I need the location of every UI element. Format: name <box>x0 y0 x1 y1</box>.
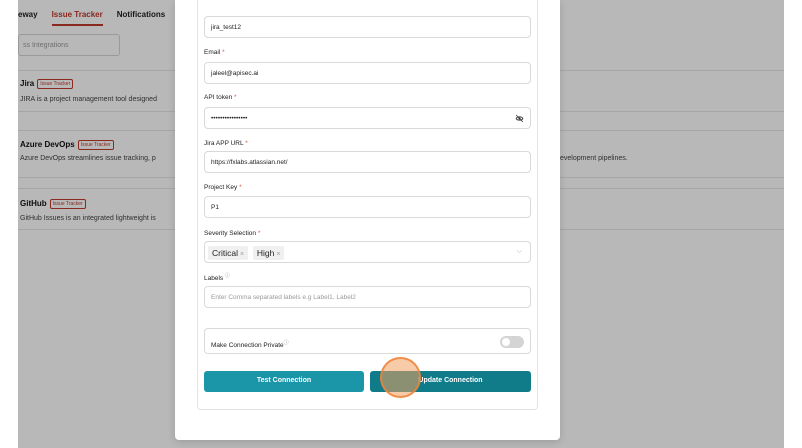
project-key-field[interactable]: P1 <box>204 196 531 218</box>
severity-tag-high: High × <box>252 246 285 260</box>
api-token-field[interactable]: •••••••••••••••• <box>204 107 531 129</box>
toggle-knob <box>502 338 510 346</box>
remove-tag-icon[interactable]: × <box>240 251 244 258</box>
jira-url-label: Jira APP URL * <box>204 140 248 147</box>
edit-connection-modal: jira_test12 Email * jaleel@apisec.ai API… <box>175 0 560 440</box>
left-edge <box>0 0 18 448</box>
api-token-value: •••••••••••••••• <box>211 115 248 122</box>
private-connection-label: Make Connection Private <box>211 342 284 350</box>
labels-label: Labels ⓘ <box>204 273 230 283</box>
test-connection-button[interactable]: Test Connection <box>204 371 364 392</box>
jira-url-field[interactable]: https://fxlabs.atlassian.net/ <box>204 151 531 173</box>
info-icon: ⓘ <box>283 340 289 346</box>
connection-form: jira_test12 Email * jaleel@apisec.ai API… <box>197 0 538 410</box>
remove-tag-icon[interactable]: × <box>276 251 280 258</box>
email-label: Email * <box>204 49 225 56</box>
labels-input[interactable]: Enter Comma separated labels e.g Label1,… <box>204 286 531 308</box>
severity-label: Severity Selection * <box>204 230 261 237</box>
severity-select[interactable]: Critical × High × ⌵ <box>204 241 531 263</box>
chevron-down-icon[interactable]: ⌵ <box>517 248 522 256</box>
click-indicator <box>380 357 421 398</box>
eye-off-icon[interactable] <box>515 114 524 123</box>
project-key-label: Project Key * <box>204 184 242 191</box>
name-field[interactable]: jira_test12 <box>204 16 531 38</box>
info-icon: ⓘ <box>224 273 230 279</box>
api-token-label: API token * <box>204 94 237 101</box>
page: eway Issue Tracker Notifications ss Inte… <box>0 0 802 448</box>
private-connection-toggle[interactable] <box>500 336 524 348</box>
severity-tag-critical: Critical × <box>208 246 249 260</box>
email-field[interactable]: jaleel@apisec.ai <box>204 62 531 84</box>
right-edge <box>784 0 802 448</box>
private-connection-row: Make Connection Privateⓘ <box>204 328 531 354</box>
